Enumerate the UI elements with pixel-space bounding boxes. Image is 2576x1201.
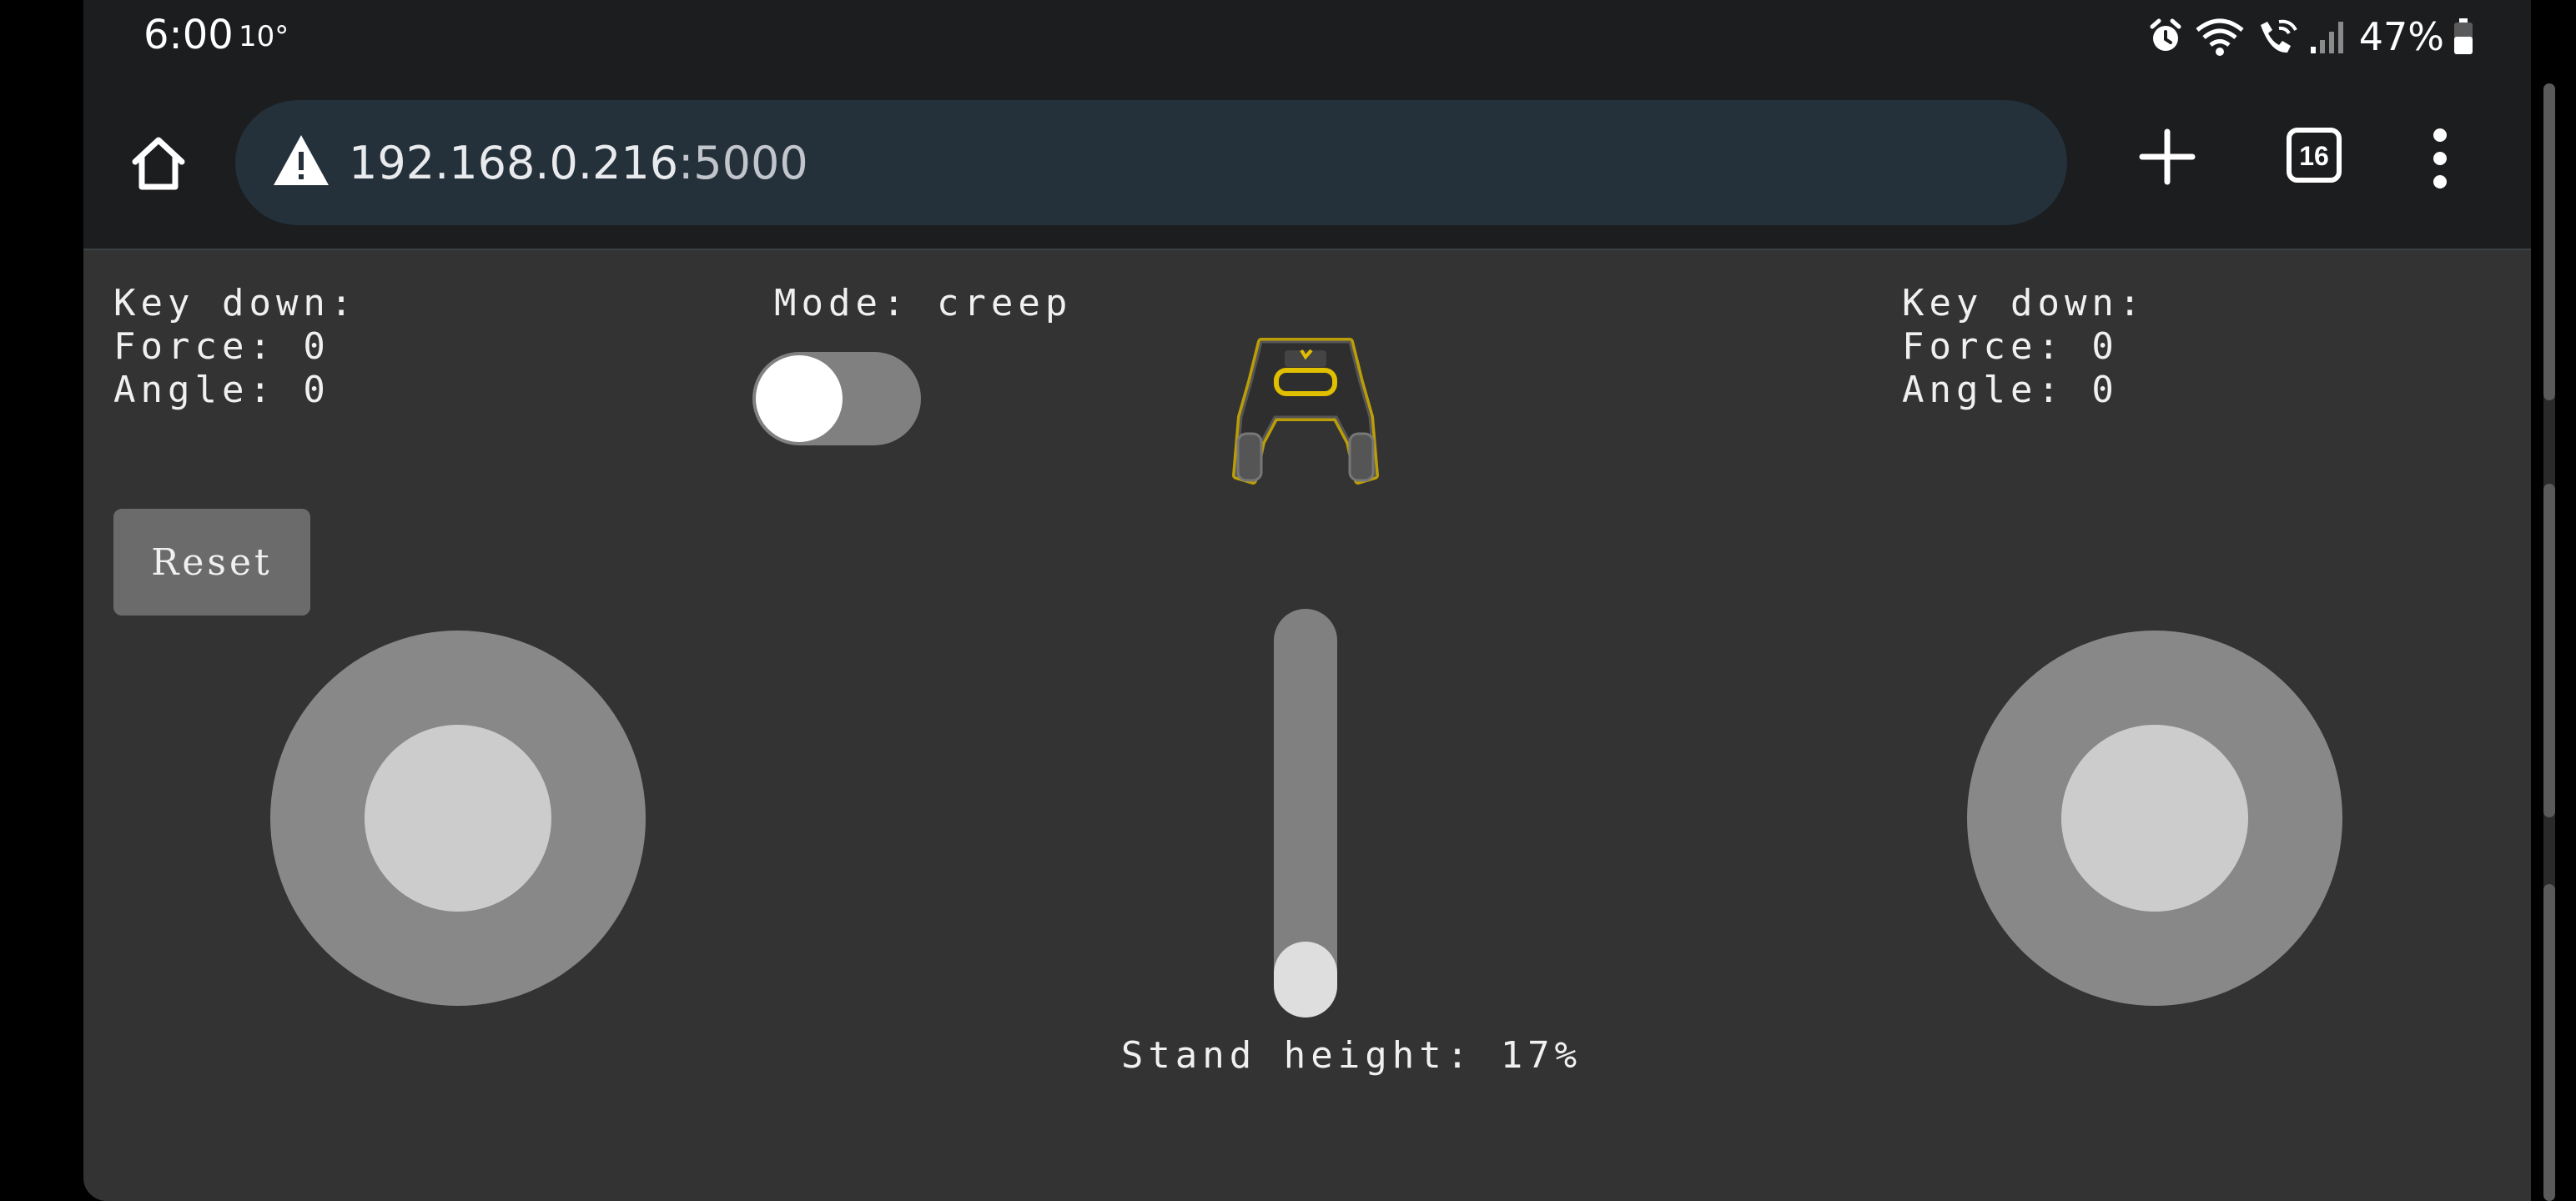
reset-button[interactable]: Reset [113, 509, 310, 616]
wifi-icon [2196, 18, 2244, 56]
left-key-down: Key down: [113, 282, 358, 324]
status-time: 6:00 [143, 12, 234, 58]
status-icons: 47% [2146, 12, 2474, 62]
stand-height-label: Stand height: 17% [1120, 1034, 1582, 1077]
left-angle: Angle: 0 [113, 369, 330, 411]
stand-height-slider-fill[interactable] [1274, 942, 1337, 1018]
right-joystick-knob[interactable] [2061, 725, 2248, 912]
status-bar: 6:00 10° 47% [83, 0, 2531, 75]
tab-switcher-button[interactable]: 16 [2286, 127, 2342, 183]
browser-toolbar: 192.168.0.216:5000 16 [83, 75, 2531, 250]
battery-icon [2454, 18, 2473, 54]
battery-percent: 47% [2358, 14, 2444, 59]
left-joystick-info: Key down: Force: 0 Angle: 0 [113, 282, 357, 412]
alarm-icon [2150, 18, 2181, 51]
url-port: :5000 [678, 137, 808, 189]
left-joystick[interactable] [270, 631, 646, 1006]
edge-panel-handle[interactable] [2543, 83, 2555, 1201]
edge-panel-handle-top[interactable] [2543, 83, 2555, 400]
status-temperature: 10° [239, 20, 289, 53]
wifi-calling-icon [2260, 19, 2297, 53]
edge-panel-handle-middle[interactable] [2543, 484, 2555, 817]
phone-screen: 6:00 10° 47% 192.168.0.216:5000 16 Key d… [83, 0, 2531, 1201]
mode-toggle-knob[interactable] [756, 355, 843, 442]
signal-icon [2310, 22, 2343, 53]
left-force: Force: 0 [113, 325, 330, 368]
more-menu-icon[interactable] [2428, 125, 2453, 192]
tab-switcher-icon[interactable]: 16 [2286, 127, 2342, 183]
edge-panel-handle-bottom[interactable] [2543, 884, 2555, 1201]
right-angle: Angle: 0 [1902, 369, 2119, 411]
new-tab-plus-icon[interactable] [2137, 127, 2197, 187]
url-host: 192.168.0.216 [349, 137, 679, 189]
url-text: 192.168.0.216:5000 [349, 137, 808, 189]
stand-height-slider[interactable] [1274, 609, 1337, 1018]
right-force: Force: 0 [1902, 325, 2119, 368]
address-bar[interactable]: 192.168.0.216:5000 [235, 100, 2067, 225]
robot-control-page: Key down: Force: 0 Angle: 0 Mode: creep … [83, 250, 2531, 1201]
right-joystick[interactable] [1967, 631, 2342, 1006]
home-icon[interactable] [127, 132, 190, 195]
right-key-down: Key down: [1902, 282, 2146, 324]
robot-icon [1232, 338, 1379, 485]
not-secure-warning-icon[interactable] [272, 132, 330, 190]
left-joystick-knob[interactable] [365, 725, 551, 912]
tab-count: 16 [2299, 141, 2329, 171]
mode-label: Mode: creep [774, 282, 1073, 324]
mode-toggle[interactable] [752, 352, 921, 445]
right-joystick-info: Key down: Force: 0 Angle: 0 [1902, 282, 2146, 412]
